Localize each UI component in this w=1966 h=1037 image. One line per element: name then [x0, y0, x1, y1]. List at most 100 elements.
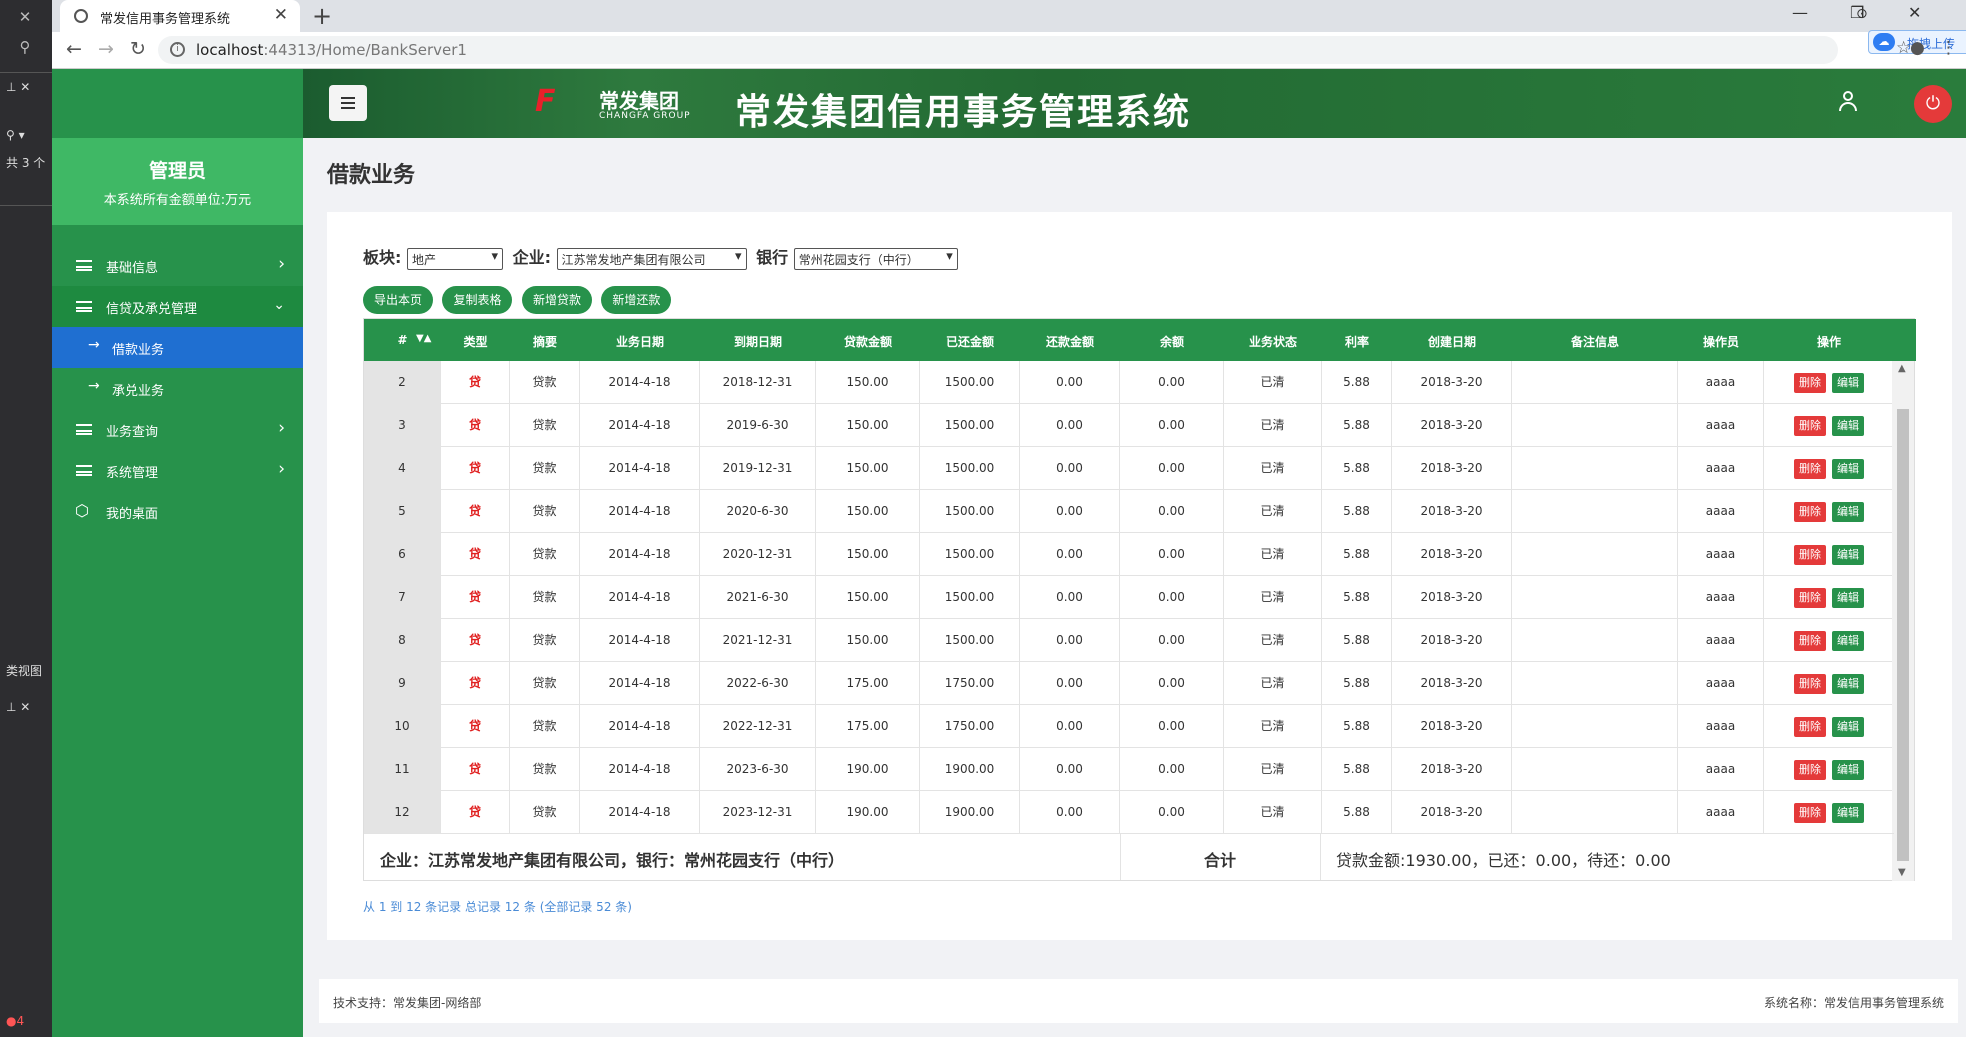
sidebar-item-system[interactable]: 系统管理 ›: [52, 450, 303, 491]
edit-button[interactable]: 编辑: [1832, 372, 1864, 393]
scroll-thumb[interactable]: [1897, 409, 1909, 861]
table-row[interactable]: 3 贷贷款 2014-4-18 2019-6-30 150.00 1500.00 0.00 0…: [364, 404, 1894, 447]
add-repayment-button[interactable]: 新增还款: [601, 286, 672, 314]
reload-icon[interactable]: ↻: [130, 38, 146, 60]
table-row[interactable]: 6 贷贷款 2014-4-18 2020-12-31 150.00 1500.00 0.00…: [364, 533, 1894, 576]
browser-tab[interactable]: 常发信用事务管理系统 ✕: [60, 0, 300, 32]
profile-icon[interactable]: ●: [1910, 38, 1925, 58]
export-page-button[interactable]: 导出本页: [363, 286, 434, 314]
edit-button[interactable]: 编辑: [1832, 415, 1864, 436]
new-tab-icon[interactable]: +: [312, 2, 332, 30]
column-header[interactable]: 创建日期: [1392, 333, 1512, 350]
close-icon[interactable]: ✕: [14, 6, 36, 28]
edit-button[interactable]: 编辑: [1832, 544, 1864, 565]
close-tab-icon[interactable]: ✕: [274, 5, 288, 25]
column-header[interactable]: 业务状态: [1224, 333, 1322, 350]
delete-button[interactable]: 删除: [1794, 630, 1826, 651]
delete-button[interactable]: 删除: [1794, 544, 1826, 565]
add-loan-button[interactable]: 新增贷款: [521, 286, 592, 314]
edit-button[interactable]: 编辑: [1832, 587, 1864, 608]
table-row[interactable]: 10 贷贷款 2014-4-18 2022-12-31 175.00 1750.00 0.0…: [364, 705, 1894, 748]
edit-button[interactable]: 编辑: [1832, 673, 1864, 694]
row-actions: 删除 编辑: [1764, 404, 1894, 447]
delete-button[interactable]: 删除: [1794, 458, 1826, 479]
table-scrollbar[interactable]: ▲ ▼: [1892, 361, 1914, 881]
edit-button[interactable]: 编辑: [1832, 802, 1864, 823]
row-due-date: 2021-6-30: [700, 576, 816, 619]
table-row[interactable]: 4 贷贷款 2014-4-18 2019-12-31 150.00 1500.00 0.00…: [364, 447, 1894, 490]
edit-button[interactable]: 编辑: [1832, 458, 1864, 479]
sidebar-item-loans[interactable]: → 借款业务: [52, 327, 303, 368]
delete-button[interactable]: 删除: [1794, 415, 1826, 436]
info-icon[interactable]: i: [170, 42, 185, 57]
row-repaid-amount: 1500.00: [920, 404, 1020, 447]
column-header[interactable]: 摘要: [510, 333, 580, 350]
delete-button[interactable]: 删除: [1794, 759, 1826, 780]
ide-pin-controls-2[interactable]: ⊥ ✕: [6, 700, 30, 714]
column-header[interactable]: 到期日期: [700, 333, 816, 350]
copy-table-button[interactable]: 复制表格: [442, 286, 513, 314]
column-header[interactable]: 还款金额: [1020, 333, 1120, 350]
delete-button[interactable]: 删除: [1794, 802, 1826, 823]
delete-button[interactable]: 删除: [1794, 372, 1826, 393]
sidebar-item-query[interactable]: 业务查询 ›: [52, 409, 303, 450]
table-row[interactable]: 7 贷贷款 2014-4-18 2021-6-30 150.00 1500.00 0.00 0…: [364, 576, 1894, 619]
column-header[interactable]: 类型: [441, 333, 510, 350]
address-bar[interactable]: i localhost:44313/Home/BankServer1 ☁ 拖拽上…: [158, 30, 1966, 64]
table-row[interactable]: 12 贷贷款 2014-4-18 2023-12-31 190.00 1900.00 0.0…: [364, 791, 1894, 833]
company-select[interactable]: 江苏常发地产集团有限公司: [556, 247, 747, 270]
star-icon[interactable]: ☆: [1896, 38, 1911, 58]
sort-icon[interactable]: ▼▲: [416, 333, 431, 344]
column-header[interactable]: 业务日期: [580, 333, 700, 350]
ide-pin-controls[interactable]: ⊥ ✕: [6, 80, 30, 94]
edit-button[interactable]: 编辑: [1832, 630, 1864, 651]
column-header[interactable]: 操作: [1764, 333, 1894, 350]
tab-search-icon[interactable]: ⊙: [1856, 6, 1868, 22]
table-row[interactable]: 11 贷贷款 2014-4-18 2023-6-30 190.00 1900.00 0.00…: [364, 748, 1894, 791]
delete-button[interactable]: 删除: [1794, 501, 1826, 522]
scroll-down-icon[interactable]: ▼: [1898, 867, 1906, 878]
sidebar-item-acceptance[interactable]: → 承兑业务: [52, 368, 303, 409]
column-header[interactable]: 操作员: [1678, 333, 1764, 350]
more-menu-icon[interactable]: ⋮: [1940, 38, 1957, 58]
edit-button[interactable]: 编辑: [1832, 501, 1864, 522]
bank-select[interactable]: 常州花园支行（中行）: [793, 247, 958, 270]
forward-icon[interactable]: →: [98, 38, 114, 60]
table-row[interactable]: 9 贷贷款 2014-4-18 2022-6-30 175.00 1750.00 0.00 0…: [364, 662, 1894, 705]
table-row[interactable]: 8 贷贷款 2014-4-18 2021-12-31 150.00 1500.00 0.00…: [364, 619, 1894, 662]
table-row[interactable]: 5 贷贷款 2014-4-18 2020-6-30 150.00 1500.00 0.00 0…: [364, 490, 1894, 533]
table-row[interactable]: 2 贷贷款 2014-4-18 2018-12-31 150.00 1500.00 0.00…: [364, 361, 1894, 404]
window-close-icon[interactable]: ✕: [1908, 3, 1921, 22]
column-header[interactable]: 余额: [1120, 333, 1224, 350]
list-icon: [76, 260, 92, 271]
sidebar-item-desktop[interactable]: ⬡ 我的桌面: [52, 491, 303, 532]
row-rate: 5.88: [1322, 490, 1392, 533]
delete-button[interactable]: 删除: [1794, 587, 1826, 608]
sector-select[interactable]: 地产: [406, 247, 503, 270]
table-body: 2 贷贷款 2014-4-18 2018-12-31 150.00 1500.00 0.00…: [364, 361, 1894, 833]
column-header[interactable]: 利率: [1322, 333, 1392, 350]
sidebar-item-basic-info[interactable]: 基础信息 ›: [52, 245, 303, 286]
url-text[interactable]: localhost:44313/Home/BankServer1: [196, 41, 467, 59]
column-header[interactable]: 已还金额: [920, 333, 1020, 350]
pin-icon[interactable]: ⚲: [14, 36, 36, 58]
class-view-label[interactable]: 类视图: [6, 662, 42, 679]
minimize-icon[interactable]: —: [1792, 3, 1808, 22]
user-icon[interactable]: [1838, 91, 1858, 113]
notification-icon[interactable]: ●4: [6, 1014, 24, 1028]
power-icon[interactable]: ⏻: [1914, 85, 1952, 123]
sidebar-item-credit[interactable]: 信贷及承兑管理 ⌄: [52, 286, 303, 327]
row-type: 贷: [441, 748, 510, 791]
delete-button[interactable]: 删除: [1794, 716, 1826, 737]
back-icon[interactable]: ←: [66, 38, 82, 60]
column-header[interactable]: 备注信息: [1512, 333, 1678, 350]
edit-button[interactable]: 编辑: [1832, 759, 1864, 780]
search-icon[interactable]: ⚲ ▾: [6, 128, 25, 142]
row-actions: 删除 编辑: [1764, 705, 1894, 748]
menu-toggle-button[interactable]: [329, 85, 367, 121]
column-header[interactable]: 贷款金额: [816, 333, 920, 350]
scroll-up-icon[interactable]: ▲: [1898, 363, 1906, 374]
edit-button[interactable]: 编辑: [1832, 716, 1864, 737]
delete-button[interactable]: 删除: [1794, 673, 1826, 694]
row-status: 已清: [1224, 447, 1322, 490]
